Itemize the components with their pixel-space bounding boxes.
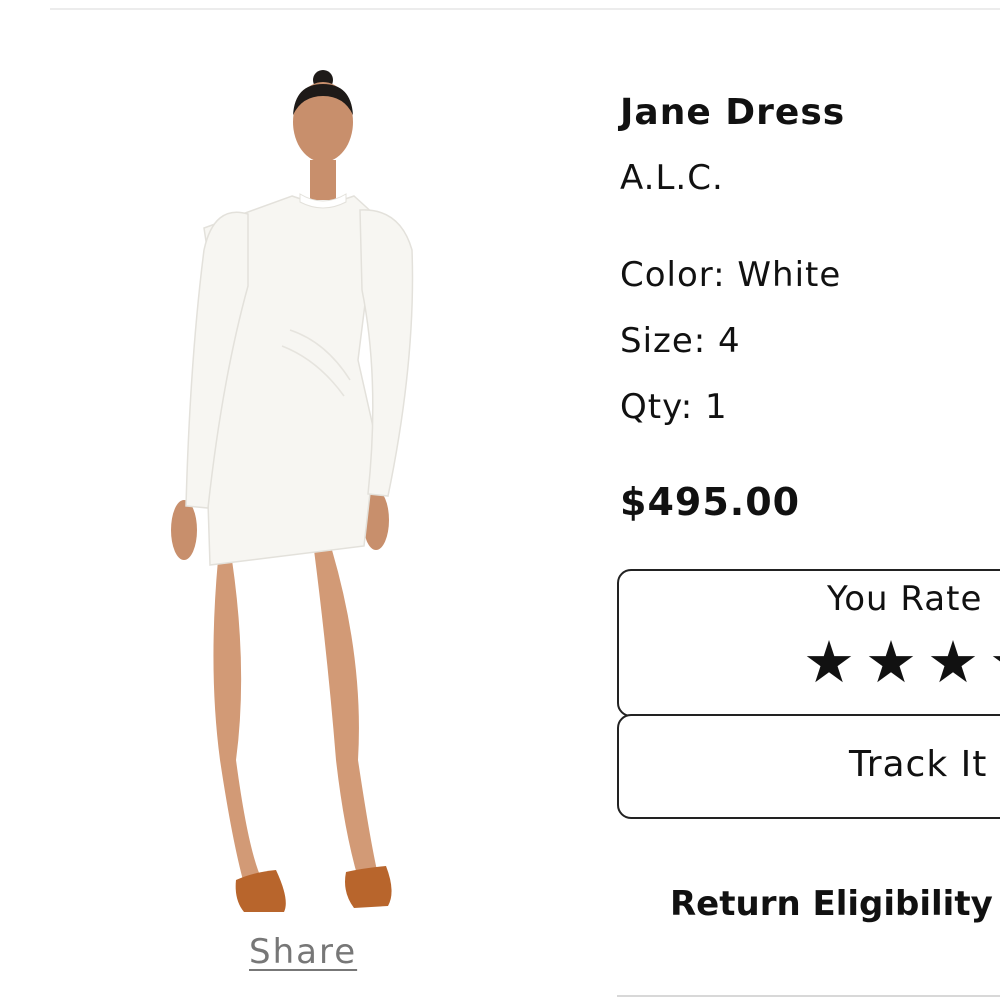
star-1-icon[interactable]: ★ [803,633,865,691]
star-2-icon[interactable]: ★ [865,633,927,691]
share-link[interactable]: Share [249,932,357,972]
star-rating[interactable]: ★★★★ [803,633,1000,691]
product-price: $495.00 [620,480,801,524]
product-title: Jane Dress [620,92,846,133]
return-eligibility-link[interactable]: Return Eligibility [670,884,993,924]
track-it-label: Track It [849,744,988,785]
rating-label: You Rate [827,579,983,619]
star-3-icon[interactable]: ★ [927,633,989,691]
product-brand: A.L.C. [620,158,724,198]
product-size: Size: 4 [620,321,741,361]
product-color: Color: White [620,255,842,295]
product-image [171,70,414,912]
product-qty: Qty: 1 [620,387,728,427]
top-divider [50,8,1000,10]
rating-panel: You Rate ★★★★ [617,569,1000,717]
bottom-divider [617,995,1000,997]
track-it-button[interactable]: Track It [617,714,1000,819]
star-4-icon[interactable]: ★ [989,633,1000,691]
